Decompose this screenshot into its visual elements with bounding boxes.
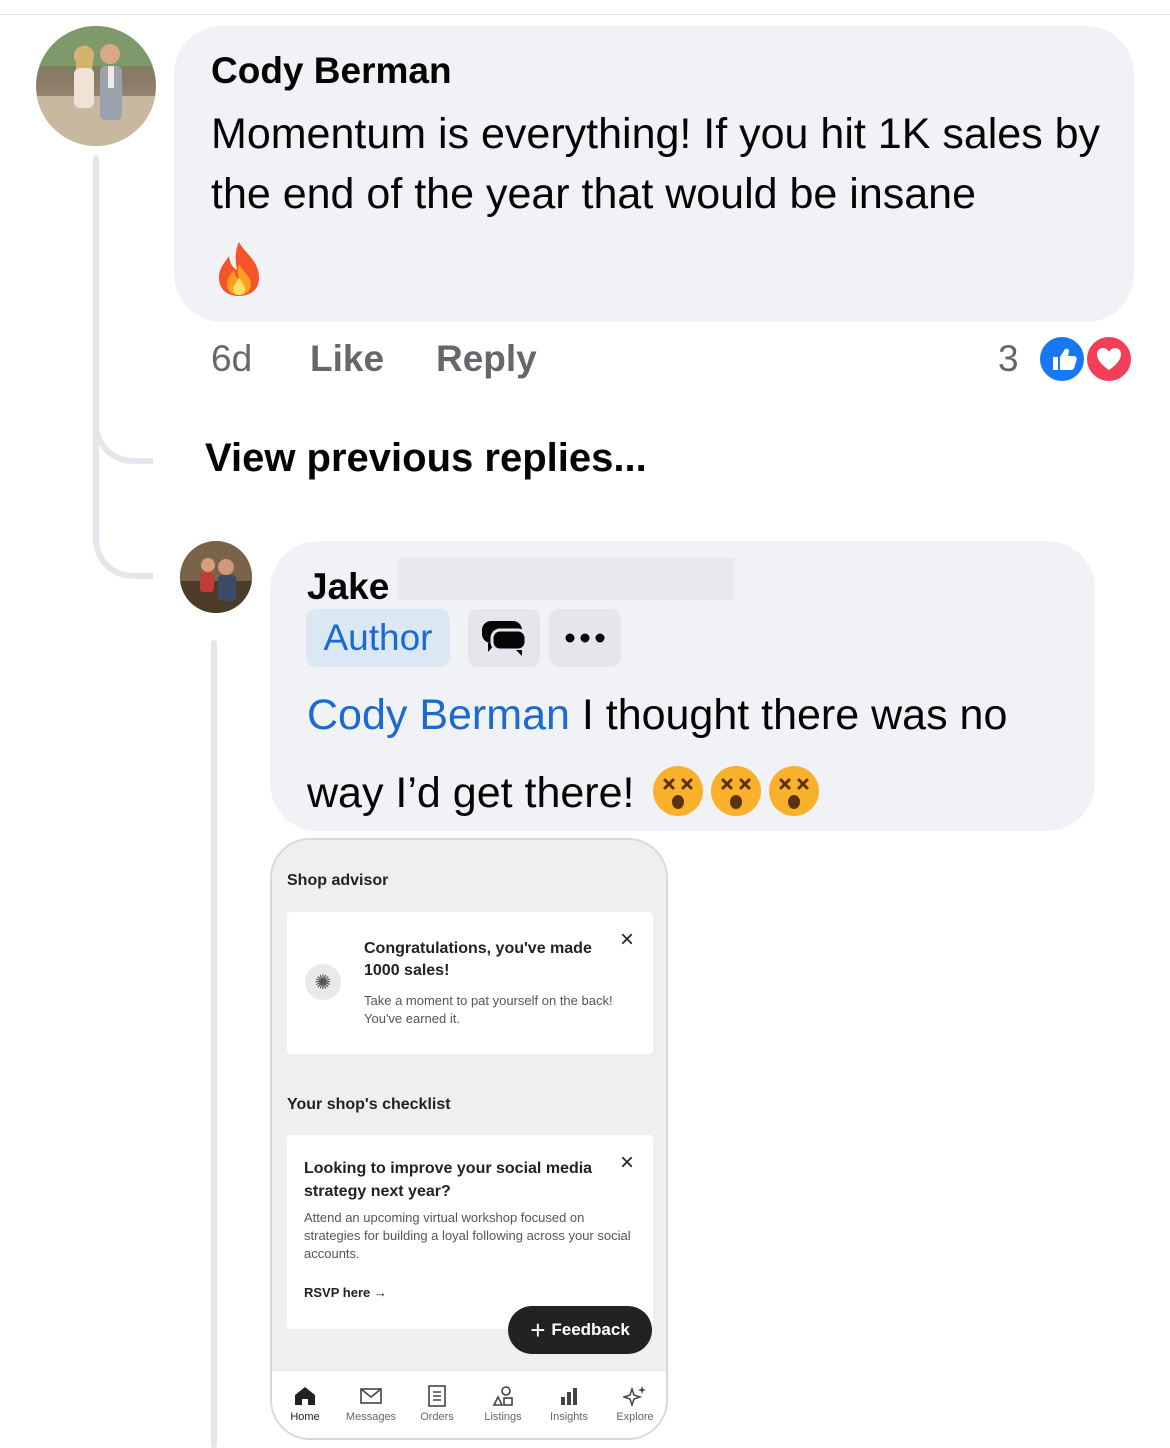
- tab-home[interactable]: Home: [272, 1383, 338, 1423]
- tab-label: Listings: [484, 1411, 522, 1423]
- workshop-card-title: Looking to improve your social media str…: [304, 1160, 593, 1200]
- workshop-card-body: Attend an upcoming virtual workshop focu…: [304, 1210, 631, 1261]
- close-icon[interactable]: ×: [617, 1151, 637, 1175]
- reaction-count[interactable]: 3: [998, 338, 1019, 380]
- thread-connector-branch: [93, 380, 153, 464]
- reply-text-part2: way I’d get there!: [307, 769, 635, 817]
- avatar[interactable]: [180, 541, 252, 613]
- envelope-icon: [338, 1383, 404, 1409]
- tab-explore[interactable]: Explore: [602, 1383, 666, 1423]
- thumbs-up-icon[interactable]: [1037, 334, 1087, 384]
- tab-orders[interactable]: Orders: [404, 1383, 470, 1423]
- mention-link[interactable]: Cody Berman: [307, 691, 570, 739]
- tab-label: Orders: [420, 1411, 454, 1423]
- view-previous-replies-link[interactable]: View previous replies...: [205, 436, 647, 481]
- shop-advisor-heading: Shop advisor: [287, 872, 389, 889]
- feedback-button[interactable]: + Feedback: [508, 1306, 652, 1354]
- comment-author-name[interactable]: Cody Berman: [211, 50, 452, 92]
- reply-text-part1: I thought there was no: [569, 691, 1008, 739]
- thread-connector-line: [93, 155, 99, 545]
- checklist-heading: Your shop's checklist: [287, 1096, 451, 1113]
- reply-connector-line: [211, 640, 217, 1448]
- dizzy-face-emoji: [768, 765, 820, 817]
- tab-messages[interactable]: Messages: [338, 1383, 404, 1423]
- feedback-label: Feedback: [551, 1320, 630, 1339]
- congrats-card: ✺ Congratulations, you've made 1000 sale…: [287, 912, 653, 1054]
- bottom-tab-bar: Home Messages Orders Listings Insights E…: [272, 1370, 666, 1438]
- tab-label: Messages: [345, 1411, 397, 1423]
- bar-chart-icon: [536, 1383, 602, 1409]
- receipt-icon: [404, 1383, 470, 1409]
- home-icon: [272, 1383, 338, 1409]
- plus-icon: +: [530, 1315, 546, 1345]
- attached-screenshot[interactable]: Shop advisor ✺ Congratulations, you've m…: [270, 838, 668, 1440]
- reply-button[interactable]: Reply: [436, 338, 537, 380]
- fire-emoji: [211, 240, 267, 298]
- author-badge: Author: [306, 609, 450, 667]
- like-button[interactable]: Like: [310, 338, 384, 380]
- shapes-icon: [470, 1383, 536, 1409]
- comment-text: Momentum is everything! If you hit 1K sa…: [211, 110, 1101, 218]
- sparkle-burst-icon: ✺: [305, 964, 341, 1000]
- tab-label: Insights: [550, 1411, 588, 1423]
- congrats-card-title: Congratulations, you've made 1000 sales!: [364, 940, 592, 979]
- tab-listings[interactable]: Listings: [470, 1383, 536, 1423]
- rsvp-link[interactable]: RSVP here →: [304, 1285, 387, 1300]
- message-bubbles-icon[interactable]: [468, 609, 540, 667]
- thread-connector-branch: [93, 495, 153, 579]
- reply-author-name[interactable]: Jake: [307, 566, 389, 608]
- congrats-card-body: Take a moment to pat yourself on the bac…: [364, 993, 613, 1026]
- dizzy-face-emoji: [652, 765, 704, 817]
- redacted-name-block: [398, 558, 734, 600]
- tab-label: Home: [290, 1411, 320, 1423]
- close-icon[interactable]: ×: [617, 928, 637, 952]
- more-options-icon[interactable]: [549, 609, 621, 667]
- comment-timestamp: 6d: [211, 338, 253, 379]
- workshop-card: Looking to improve your social media str…: [287, 1135, 653, 1329]
- avatar[interactable]: [36, 26, 156, 146]
- reply-text: Cody Berman I thought there was no way I…: [307, 676, 1067, 832]
- top-divider: [0, 14, 1170, 15]
- dizzy-face-emoji: [710, 765, 762, 817]
- sparkles-icon: [602, 1383, 666, 1409]
- tab-insights[interactable]: Insights: [536, 1383, 602, 1423]
- heart-icon[interactable]: [1084, 334, 1134, 384]
- tab-label: Explore: [616, 1411, 654, 1423]
